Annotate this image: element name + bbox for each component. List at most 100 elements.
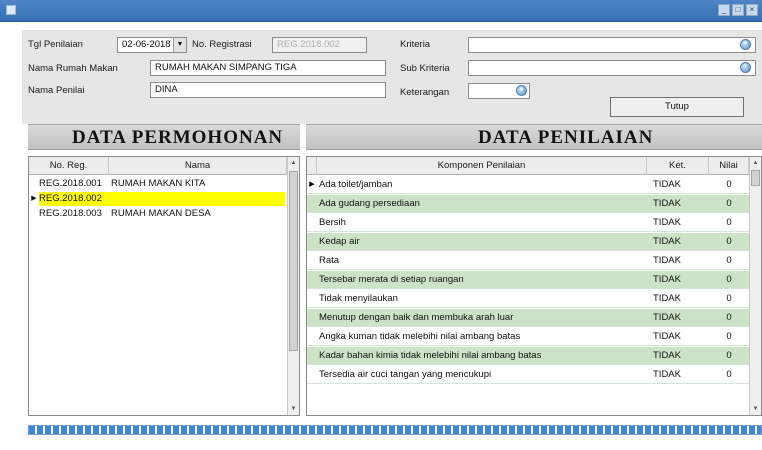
progress-bar <box>28 425 762 435</box>
scroll-down-icon[interactable]: ▼ <box>750 403 761 415</box>
penilaian-row[interactable]: Kedap air TIDAK 0 <box>307 233 749 251</box>
keterangan-label: Keterangan <box>400 87 450 98</box>
ket-cell[interactable]: TIDAK <box>653 290 709 307</box>
tgl-penilaian-picker[interactable]: 02-06-2018 ▼ <box>117 37 187 53</box>
nama-rumah-makan-label: Nama Rumah Makan <box>28 63 118 74</box>
close-button[interactable]: × <box>746 4 758 16</box>
nilai-cell[interactable]: 0 <box>711 214 747 231</box>
nilai-cell[interactable]: 0 <box>711 290 747 307</box>
column-header-nilai[interactable]: Nilai <box>709 157 749 175</box>
penilaian-row[interactable]: Menutup dengan baik dan membuka arah lua… <box>307 309 749 327</box>
ket-cell[interactable]: TIDAK <box>653 309 709 326</box>
ket-cell[interactable]: TIDAK <box>653 328 709 345</box>
penilaian-row[interactable]: Angka kuman tidak melebihi nilai ambang … <box>307 328 749 346</box>
no-reg-cell[interactable]: REG.2018.001 <box>39 177 109 191</box>
kriteria-dropdown[interactable] <box>468 37 756 53</box>
data-penilaian-title: DATA PENILAIAN <box>478 127 654 148</box>
nama-cell[interactable]: RUMAH MAKAN KITA <box>109 177 285 191</box>
scroll-up-icon[interactable]: ▲ <box>288 157 299 169</box>
minimize-button[interactable]: _ <box>718 4 730 16</box>
sub-kriteria-label: Sub Kriteria <box>400 63 450 74</box>
komponen-cell[interactable]: Bersih <box>319 214 645 231</box>
scroll-down-icon[interactable]: ▼ <box>288 403 299 415</box>
window-titlebar: _ □ × <box>0 0 762 22</box>
column-header-komponen[interactable]: Komponen Penilaian <box>317 157 647 175</box>
nilai-cell[interactable]: 0 <box>711 366 747 383</box>
penilaian-grid-header: Komponen Penilaian Ket. Nilai <box>307 157 749 175</box>
ket-cell[interactable]: TIDAK <box>653 271 709 288</box>
penilaian-row[interactable]: Ada gudang persediaan TIDAK 0 <box>307 195 749 213</box>
scroll-up-icon[interactable]: ▲ <box>750 157 761 169</box>
nama-penilai-label: Nama Penilai <box>28 85 85 96</box>
keterangan-dropdown-icon[interactable]: ▼ <box>516 85 527 96</box>
penilaian-row[interactable]: ▶ Ada toilet/jamban TIDAK 0 <box>307 176 749 194</box>
permohonan-row[interactable]: REG.2018.003 RUMAH MAKAN DESA <box>29 207 287 221</box>
komponen-cell[interactable]: Kedap air <box>319 233 645 250</box>
komponen-cell[interactable]: Tersebar merata di setiap ruangan <box>319 271 645 288</box>
tgl-penilaian-value: 02-06-2018 <box>122 39 171 50</box>
row-indicator <box>307 347 317 364</box>
ket-cell[interactable]: TIDAK <box>653 347 709 364</box>
sub-kriteria-dropdown-icon[interactable]: ▼ <box>740 62 751 73</box>
column-header-nama[interactable]: Nama <box>109 157 287 175</box>
nilai-cell[interactable]: 0 <box>711 233 747 250</box>
komponen-cell[interactable]: Ada gudang persediaan <box>319 195 645 212</box>
tutup-button[interactable]: Tutup <box>610 97 744 117</box>
penilaian-grid: Komponen Penilaian Ket. Nilai ▶ Ada toile… <box>306 156 762 416</box>
permohonan-scrollbar[interactable]: ▲ ▼ <box>287 157 299 415</box>
kriteria-label: Kriteria <box>400 39 431 50</box>
current-row-pointer-icon: ▶ <box>309 181 315 188</box>
ket-cell[interactable]: TIDAK <box>653 195 709 212</box>
permohonan-row[interactable]: ▶ REG.2018.002 RUMAH MAKAN SIMPANG TIGA <box>29 192 287 206</box>
row-indicator <box>307 252 317 269</box>
row-indicator <box>307 309 317 326</box>
no-reg-cell[interactable]: REG.2018.002 <box>39 192 109 206</box>
ket-cell[interactable]: TIDAK <box>653 233 709 250</box>
nama-rumah-makan-field[interactable]: RUMAH MAKAN SIMPANG TIGA <box>150 60 386 76</box>
komponen-cell[interactable]: Kadar bahan kimia tidak melebihi nilai a… <box>319 347 645 364</box>
penilaian-row[interactable]: Tersebar merata di setiap ruangan TIDAK 0 <box>307 271 749 289</box>
ket-cell[interactable]: TIDAK <box>653 176 709 193</box>
kriteria-dropdown-icon[interactable]: ▼ <box>740 39 751 50</box>
penilaian-row[interactable]: Rata TIDAK 0 <box>307 252 749 270</box>
ket-cell[interactable]: TIDAK <box>653 366 709 383</box>
penilaian-row[interactable]: Tidak menyilaukan TIDAK 0 <box>307 290 749 308</box>
komponen-cell[interactable]: Tersedia air cuci tangan yang mencukupi <box>319 366 645 383</box>
column-header-no-reg[interactable]: No. Reg. <box>29 157 109 175</box>
nilai-cell[interactable]: 0 <box>711 271 747 288</box>
no-registrasi-field[interactable]: REG.2018.002 <box>272 37 367 53</box>
nama-penilai-field[interactable]: DINA <box>150 82 386 98</box>
komponen-cell[interactable]: Angka kuman tidak melebihi nilai ambang … <box>319 328 645 345</box>
nilai-cell[interactable]: 0 <box>711 176 747 193</box>
komponen-cell[interactable]: Menutup dengan baik dan membuka arah lua… <box>319 309 645 326</box>
ket-cell[interactable]: TIDAK <box>653 214 709 231</box>
penilaian-scrollbar[interactable]: ▲ ▼ <box>749 157 761 415</box>
penilaian-scroll-thumb[interactable] <box>751 170 760 186</box>
permohonan-scroll-thumb[interactable] <box>289 171 298 351</box>
penilaian-row[interactable]: Bersih TIDAK 0 <box>307 214 749 232</box>
komponen-cell[interactable]: Tidak menyilaukan <box>319 290 645 307</box>
no-registrasi-label: No. Registrasi <box>192 39 252 50</box>
nilai-cell[interactable]: 0 <box>711 309 747 326</box>
komponen-cell[interactable]: Rata <box>319 252 645 269</box>
penilaian-row[interactable]: Tersedia air cuci tangan yang mencukupi T… <box>307 366 749 384</box>
nama-cell[interactable]: RUMAH MAKAN SIMPANG TIGA <box>109 192 285 206</box>
nilai-cell[interactable]: 0 <box>711 252 747 269</box>
row-indicator <box>307 271 317 288</box>
maximize-button[interactable]: □ <box>732 4 744 16</box>
nilai-cell[interactable]: 0 <box>711 195 747 212</box>
penilaian-row[interactable]: Kadar bahan kimia tidak melebihi nilai a… <box>307 347 749 365</box>
komponen-cell[interactable]: Ada toilet/jamban <box>319 176 645 193</box>
sub-kriteria-dropdown[interactable] <box>468 60 756 76</box>
ket-cell[interactable]: TIDAK <box>653 252 709 269</box>
row-indicator <box>307 366 317 383</box>
column-header-ket[interactable]: Ket. <box>647 157 709 175</box>
nilai-cell[interactable]: 0 <box>711 347 747 364</box>
nama-cell[interactable]: RUMAH MAKAN DESA <box>109 207 285 221</box>
no-reg-cell[interactable]: REG.2018.003 <box>39 207 109 221</box>
chevron-down-icon[interactable]: ▼ <box>173 38 186 52</box>
permohonan-row[interactable]: REG.2018.001 RUMAH MAKAN KITA <box>29 177 287 191</box>
nilai-cell[interactable]: 0 <box>711 328 747 345</box>
tgl-penilaian-label: Tgl Penilaian <box>28 39 83 50</box>
row-indicator <box>29 207 39 221</box>
